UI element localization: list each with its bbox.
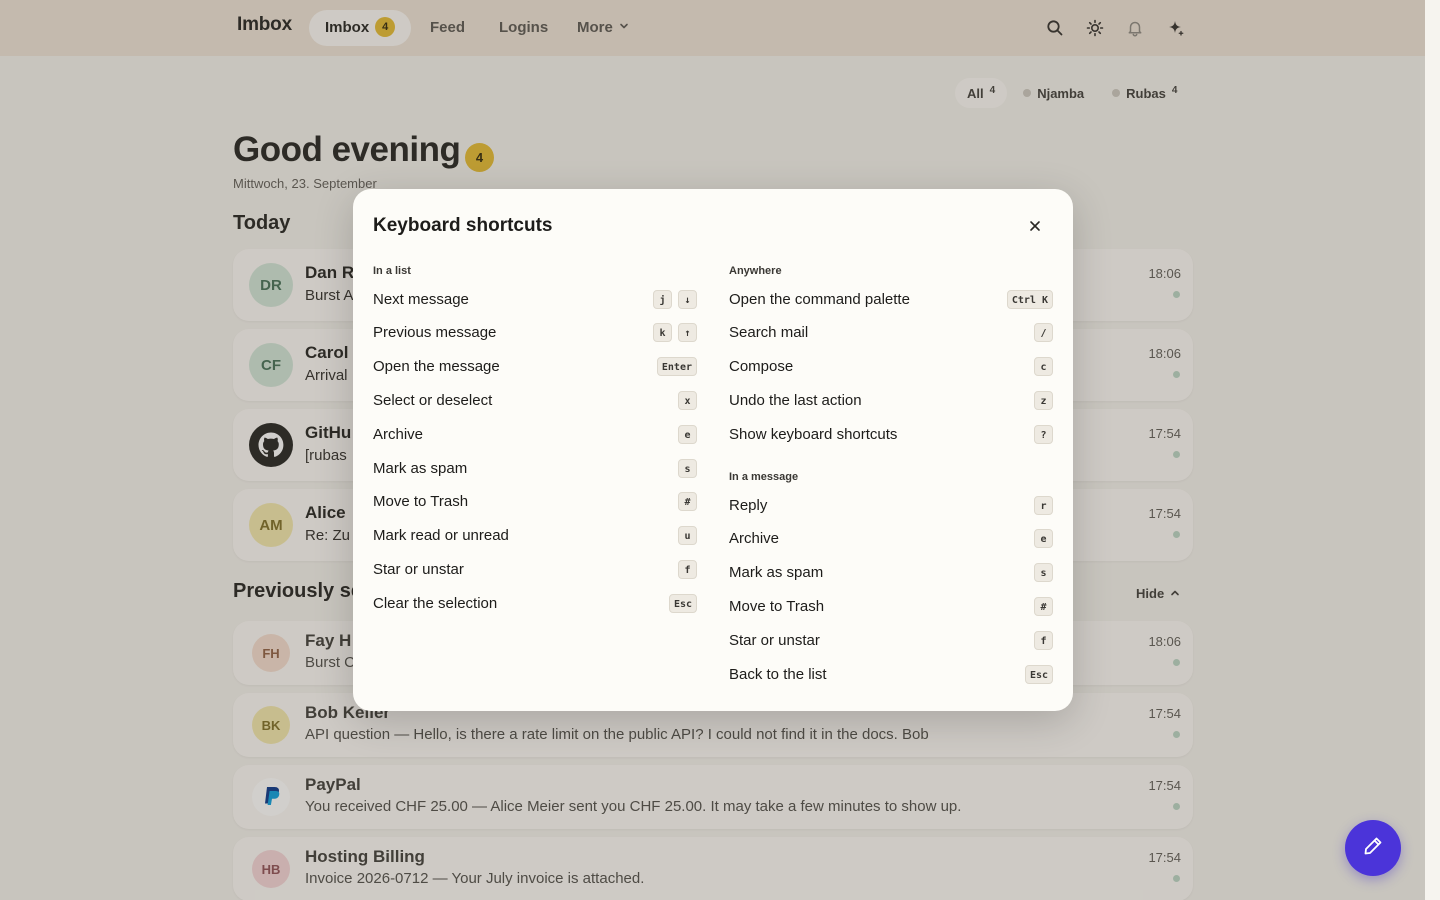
key-cap: s bbox=[1034, 563, 1053, 583]
shortcut-keys: z bbox=[1034, 390, 1053, 410]
shortcut-keys: ? bbox=[1034, 424, 1053, 444]
shortcut-keys: Ctrl K bbox=[1006, 289, 1053, 309]
group-label-anywhere: Anywhere bbox=[729, 265, 782, 277]
shortcut-label: Mark as spam bbox=[729, 564, 824, 582]
key-cap: # bbox=[678, 492, 697, 512]
key-cap: Enter bbox=[656, 357, 697, 377]
pencil-icon bbox=[1362, 835, 1384, 862]
shortcut-label: Archive bbox=[729, 530, 780, 548]
group-label-list: In a list bbox=[373, 265, 411, 277]
shortcut-keys: u bbox=[678, 526, 697, 546]
shortcut-label: Back to the list bbox=[729, 665, 827, 683]
shortcut-keys: r bbox=[1034, 495, 1053, 515]
shortcut-keys: Esc bbox=[1024, 664, 1053, 684]
shortcut-keys: Esc bbox=[668, 593, 697, 613]
key-cap: ↑ bbox=[678, 323, 697, 343]
group-label-message: In a message bbox=[729, 471, 799, 483]
shortcut-row: Previous message k ↑ bbox=[373, 316, 697, 350]
shortcut-label: Select or deselect bbox=[373, 391, 493, 409]
mail-app: Imbox Imbox 4 Feed Logins More All 4 Njamb… bbox=[0, 0, 1425, 900]
key-cap: ? bbox=[1034, 424, 1053, 444]
shortcut-row: Back to the list Esc bbox=[729, 657, 1053, 691]
shortcut-row: Move to Trash # bbox=[373, 485, 697, 519]
shortcut-row: Compose c bbox=[729, 350, 1053, 384]
shortcut-label: Mark read or unread bbox=[373, 527, 509, 545]
shortcut-label: Star or unstar bbox=[373, 560, 464, 578]
shortcut-row: Archive e bbox=[729, 522, 1053, 556]
shortcut-keys: f bbox=[1034, 630, 1053, 650]
key-cap: r bbox=[1034, 495, 1053, 515]
shortcut-keys: / bbox=[1034, 323, 1053, 343]
key-cap: j bbox=[653, 289, 672, 309]
shortcut-label: Next message bbox=[373, 290, 469, 308]
dialog-title: Keyboard shortcuts bbox=[373, 215, 553, 236]
key-cap: f bbox=[678, 559, 697, 579]
key-cap: s bbox=[678, 458, 697, 478]
key-cap: u bbox=[678, 526, 697, 546]
shortcut-keys: s bbox=[1034, 563, 1053, 583]
shortcut-keys: s bbox=[678, 458, 697, 478]
shortcut-row: Mark as spam s bbox=[373, 451, 697, 485]
shortcut-keys: j ↓ bbox=[653, 289, 697, 309]
key-cap: c bbox=[1034, 357, 1053, 377]
close-icon bbox=[1029, 219, 1041, 237]
shortcut-row: Mark read or unread u bbox=[373, 519, 697, 553]
shortcut-row: Archive e bbox=[373, 417, 697, 451]
shortcut-row: Show keyboard shortcuts? bbox=[729, 417, 1053, 451]
shortcut-keys: e bbox=[1034, 529, 1053, 549]
key-cap: / bbox=[1034, 323, 1053, 343]
key-cap: # bbox=[1034, 596, 1053, 616]
key-cap: f bbox=[1034, 630, 1053, 650]
shortcut-label: Compose bbox=[729, 358, 794, 376]
shortcut-label: Undo the last action bbox=[729, 391, 862, 409]
shortcut-keys: x bbox=[678, 390, 697, 410]
shortcut-row: Open the command palette Ctrl K bbox=[729, 282, 1053, 316]
key-cap: k bbox=[653, 323, 672, 343]
shortcut-row: Move to Trash # bbox=[729, 589, 1053, 623]
shortcut-label: Move to Trash bbox=[373, 493, 469, 511]
shortcut-label: Reply bbox=[729, 496, 768, 514]
shortcut-label: Mark as spam bbox=[373, 459, 468, 477]
shortcut-row: Search mail / bbox=[729, 316, 1053, 350]
key-cap: Esc bbox=[668, 593, 697, 613]
compose-button[interactable] bbox=[1345, 820, 1401, 876]
shortcut-label: Archive bbox=[373, 425, 424, 443]
shortcut-label: Open the message bbox=[373, 358, 500, 376]
shortcut-keys: f bbox=[678, 559, 697, 579]
shortcut-label: Move to Trash bbox=[729, 597, 825, 615]
shortcut-label: Open the command palette bbox=[729, 290, 910, 308]
key-cap: x bbox=[678, 390, 697, 410]
shortcut-row: Star or unstar f bbox=[729, 623, 1053, 657]
shortcut-row: Reply r bbox=[729, 488, 1053, 522]
shortcut-label: Previous message bbox=[373, 324, 497, 342]
key-cap: Esc bbox=[1024, 664, 1053, 684]
key-cap: ↓ bbox=[678, 289, 697, 309]
key-cap: Ctrl K bbox=[1006, 289, 1053, 309]
shortcut-label: Clear the selection bbox=[373, 594, 498, 612]
shortcut-row: Clear the selection Esc bbox=[373, 586, 697, 620]
shortcut-label: Star or unstar bbox=[729, 631, 820, 649]
shortcut-label: Search mail bbox=[729, 324, 809, 342]
shortcut-keys: c bbox=[1034, 357, 1053, 377]
shortcut-keys: # bbox=[678, 492, 697, 512]
shortcut-row: Next message j ↓ bbox=[373, 282, 697, 316]
shortcut-keys: # bbox=[1034, 596, 1053, 616]
shortcut-row: Undo the last action z bbox=[729, 383, 1053, 417]
shortcut-row: Mark as spam s bbox=[729, 556, 1053, 590]
key-cap: e bbox=[678, 424, 697, 444]
shortcut-row: Open the message Enter bbox=[373, 350, 697, 384]
shortcut-keys: k ↑ bbox=[653, 323, 697, 343]
shortcut-keys: e bbox=[678, 424, 697, 444]
shortcut-row: Star or unstar f bbox=[373, 552, 697, 586]
page-scrollbar[interactable] bbox=[1425, 0, 1440, 900]
close-button[interactable] bbox=[1023, 216, 1047, 240]
key-cap: e bbox=[1034, 529, 1053, 549]
shortcut-row: Select or deselect x bbox=[373, 383, 697, 417]
shortcut-keys: Enter bbox=[656, 357, 697, 377]
key-cap: z bbox=[1034, 390, 1053, 410]
shortcut-label: Show keyboard shortcuts bbox=[729, 425, 898, 443]
keyboard-shortcuts-dialog: Keyboard shortcuts In a list Anywhere In… bbox=[353, 189, 1073, 711]
